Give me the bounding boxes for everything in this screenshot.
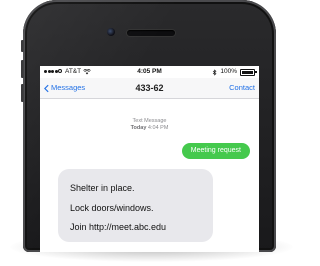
earpiece-speaker — [127, 30, 175, 36]
contact-button[interactable]: Contact — [229, 78, 255, 98]
received-message-bubble[interactable]: Shelter in place. Lock doors/windows. Jo… — [58, 169, 213, 242]
status-right: 100% — [212, 66, 257, 78]
mute-switch — [21, 40, 24, 52]
received-line-2: Lock doors/windows. — [70, 202, 154, 213]
volume-up-button — [21, 60, 24, 78]
chevron-left-icon — [44, 84, 49, 92]
message-date-line: Today 4:04 PM — [40, 125, 259, 132]
message-timestamp: Text Message Today 4:04 PM — [40, 118, 259, 131]
front-camera — [107, 28, 115, 36]
navigation-bar: Messages 433-62 Contact — [40, 78, 259, 99]
phone-frame: AT&T 4:05 PM 100% Messages 433-62 Contac… — [21, 0, 276, 252]
sent-message-bubble[interactable]: Meeting request — [181, 143, 250, 159]
battery-icon — [240, 68, 257, 76]
back-button[interactable]: Messages — [44, 78, 85, 98]
message-day: Today — [130, 124, 147, 131]
status-bar: AT&T 4:05 PM 100% — [40, 66, 259, 78]
volume-down-button — [21, 84, 24, 102]
bluetooth-icon — [213, 68, 217, 76]
back-button-label: Messages — [51, 83, 86, 92]
battery-percent: 100% — [220, 68, 237, 75]
message-time: 4:04 PM — [147, 124, 169, 131]
phone-screen: AT&T 4:05 PM 100% Messages 433-62 Contac… — [40, 66, 259, 252]
received-line-3: Join http://meet.abc.edu — [70, 222, 167, 232]
received-line-1: Shelter in place. — [70, 183, 135, 193]
